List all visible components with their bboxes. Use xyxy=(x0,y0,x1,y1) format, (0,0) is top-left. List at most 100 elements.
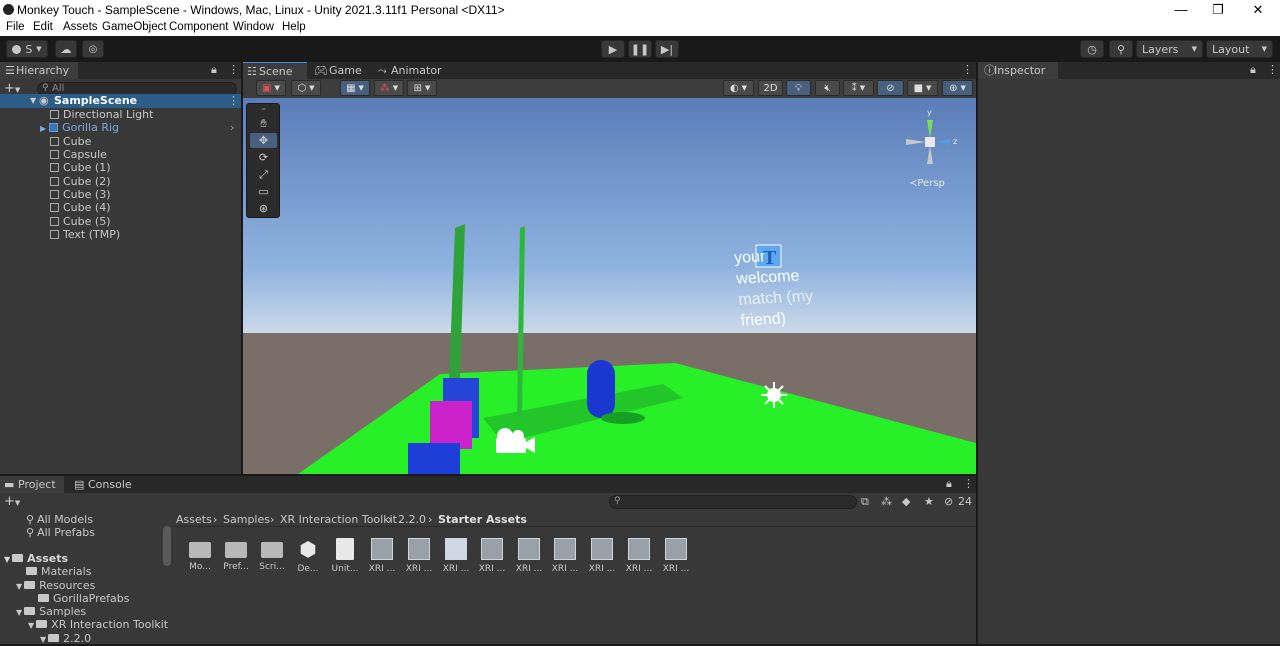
search-by-type-icon[interactable]: ⧉ xyxy=(861,495,869,509)
rect-tool-button[interactable]: ▭ xyxy=(250,184,277,199)
asset-item[interactable]: XRI ... xyxy=(511,538,547,574)
tree-2-2-0[interactable]: ▼ 2.2.0 xyxy=(40,632,91,645)
asset-item[interactable]: XRI ... xyxy=(547,538,583,574)
tab-game[interactable]: 🎮︎ Game xyxy=(311,62,371,79)
tab-inspector[interactable]: ⓘ Inspector xyxy=(978,62,1058,79)
visibility-toggle[interactable]: ⊘ xyxy=(877,80,904,96)
hand-tool-button[interactable]: ✋︎ xyxy=(250,116,277,131)
kebab-menu-icon[interactable]: ⋮ xyxy=(1267,63,1278,76)
tree-samples[interactable]: ▼ Samples xyxy=(16,605,86,618)
hierarchy-item[interactable]: Cube xyxy=(50,135,91,148)
scene-viewport[interactable]: T your welcome match (my friend) y z ≺Pe… xyxy=(243,98,976,474)
asset-item[interactable]: Pref... xyxy=(218,538,254,572)
asset-item[interactable]: XRI ... xyxy=(474,538,510,574)
tree-scrollbar[interactable] xyxy=(163,526,171,566)
hierarchy-item[interactable]: Cube (5) xyxy=(50,215,110,228)
hierarchy-item[interactable]: Cube (1) xyxy=(50,161,110,174)
tab-animator[interactable]: ⤳ Animator xyxy=(377,62,457,79)
snap-increment-dropdown[interactable]: ⁂ ▼ xyxy=(374,80,404,96)
asset-item[interactable]: Scri... xyxy=(254,538,290,572)
scene-row[interactable]: ▼ ◉ SampleScene ⋮ xyxy=(0,94,241,108)
minimize-button[interactable]: — xyxy=(1163,0,1199,20)
menu-window[interactable]: Window xyxy=(233,21,274,33)
breadcrumb-samples[interactable]: Samples xyxy=(223,513,270,526)
tab-scene[interactable]: ☷ Scene xyxy=(243,62,307,79)
cloud-button[interactable]: ☁ xyxy=(55,40,77,58)
history-button[interactable]: ◷ xyxy=(1080,40,1104,58)
label-filter-icon[interactable]: ◆ xyxy=(902,495,910,508)
hierarchy-item[interactable]: ▶ Gorilla Rig › xyxy=(40,121,240,134)
projection-label[interactable]: ≺Persp xyxy=(909,178,945,189)
transform-tool-button[interactable]: ⊛ xyxy=(250,201,277,216)
orientation-gizmo[interactable]: y z ≺Persp xyxy=(898,108,968,189)
project-search-input[interactable]: ⚲ xyxy=(609,495,857,509)
tree-xr-interaction-toolkit[interactable]: ▼ XR Interaction Toolkit xyxy=(28,618,168,631)
favorite-all-models[interactable]: ⚲ All Models xyxy=(26,513,93,526)
tab-console[interactable]: ▤ Console xyxy=(70,476,140,493)
tab-hierarchy[interactable]: ☰ Hierarchy xyxy=(0,62,78,79)
layers-dropdown[interactable]: Layers ▼ xyxy=(1136,40,1203,58)
pause-button[interactable]: ❚❚ xyxy=(628,40,652,58)
audio-toggle[interactable]: 🔇︎ xyxy=(815,80,840,96)
asset-item[interactable]: XRI ... xyxy=(658,538,694,574)
tree-resources[interactable]: ▼ Resources xyxy=(16,579,95,592)
camera-dropdown[interactable]: ■ ▼ xyxy=(907,80,938,96)
kebab-menu-icon[interactable]: ⋮ xyxy=(963,477,974,490)
menu-file[interactable]: File xyxy=(6,21,25,33)
asset-item[interactable]: XRI ... xyxy=(438,538,474,574)
lock-icon[interactable]: 🔒︎ xyxy=(1250,63,1256,77)
asset-item[interactable]: XRI ... xyxy=(401,538,437,574)
2d-toggle[interactable]: 2D xyxy=(758,80,783,96)
gizmos-dropdown[interactable]: ⊕ ▼ xyxy=(942,80,973,96)
asset-item[interactable]: XRI ... xyxy=(621,538,657,574)
hierarchy-item[interactable]: Cube (3) xyxy=(50,188,110,201)
draw-mode-dropdown[interactable]: ▣ ▼ xyxy=(256,80,286,96)
hierarchy-item[interactable]: Cube (2) xyxy=(50,175,110,188)
tree-assets[interactable]: ▼ Assets xyxy=(4,552,68,565)
maximize-button[interactable]: ❐ xyxy=(1200,0,1236,20)
menu-gameobject[interactable]: GameObject xyxy=(102,21,167,33)
menu-component[interactable]: Component xyxy=(169,21,228,33)
collab-button[interactable]: ◎ xyxy=(82,40,104,58)
hierarchy-item[interactable]: Cube (4) xyxy=(50,201,110,214)
hierarchy-item[interactable]: Directional Light xyxy=(50,108,153,121)
move-tool-button[interactable]: ✥ xyxy=(250,133,277,148)
hidden-packages-icon[interactable]: ⊘ xyxy=(944,495,953,508)
align-dropdown[interactable]: ⊞ ▼ xyxy=(407,80,437,96)
menu-help[interactable]: Help xyxy=(282,21,306,33)
search-button[interactable]: ⚲ xyxy=(1109,40,1133,58)
menu-assets[interactable]: Assets xyxy=(63,21,98,33)
favorite-all-prefabs[interactable]: ⚲ All Prefabs xyxy=(26,526,95,539)
step-button[interactable]: ▶| xyxy=(655,40,679,58)
chevron-right-icon[interactable]: › xyxy=(230,121,234,134)
scale-tool-button[interactable]: ⤢ xyxy=(250,167,277,182)
grid-snap-dropdown[interactable]: ▦ ▼ xyxy=(340,80,370,96)
breadcrumb-version[interactable]: 2.2.0 xyxy=(398,513,426,526)
render-mode-dropdown[interactable]: ⬡ ▼ xyxy=(291,80,321,96)
close-button[interactable]: ✕ xyxy=(1240,0,1276,20)
asset-item[interactable]: XRI ... xyxy=(584,538,620,574)
layout-dropdown[interactable]: Layout ▼ xyxy=(1206,40,1273,58)
palette-grip-icon[interactable]: ═ xyxy=(250,107,277,113)
breadcrumb-starter-assets[interactable]: Starter Assets xyxy=(438,513,527,526)
asset-item[interactable]: ⬢ De... xyxy=(290,538,326,574)
lock-icon[interactable]: 🔒︎ xyxy=(946,477,952,491)
asset-item[interactable]: Unit... xyxy=(327,538,363,574)
kebab-menu-icon[interactable]: ⋮ xyxy=(228,63,239,76)
lighting-toggle[interactable]: 💡︎ xyxy=(786,80,811,96)
kebab-menu-icon[interactable]: ⋮ xyxy=(228,94,239,107)
asset-item[interactable]: Mo... xyxy=(182,538,218,572)
rotate-tool-button[interactable]: ⟳ xyxy=(250,150,277,165)
tab-project[interactable]: ▬ Project xyxy=(0,476,64,493)
lock-icon[interactable]: 🔒︎ xyxy=(211,63,217,77)
shading-dropdown[interactable]: ◐ ▼ xyxy=(723,80,754,96)
account-dropdown[interactable]: S ▼ xyxy=(6,40,48,58)
effects-dropdown[interactable]: ⁑ ▼ xyxy=(843,80,874,96)
hierarchy-item[interactable]: Capsule xyxy=(50,148,107,161)
create-button[interactable]: +▼ xyxy=(4,494,20,509)
breadcrumb-assets[interactable]: Assets xyxy=(176,513,212,526)
favorite-icon[interactable]: ★ xyxy=(924,495,934,508)
tree-gorillaprefabs[interactable]: GorillaPrefabs xyxy=(38,592,130,605)
kebab-menu-icon[interactable]: ⋮ xyxy=(962,63,973,76)
breadcrumb-xr-interaction-toolkit[interactable]: XR Interaction Toolkit xyxy=(280,513,397,526)
